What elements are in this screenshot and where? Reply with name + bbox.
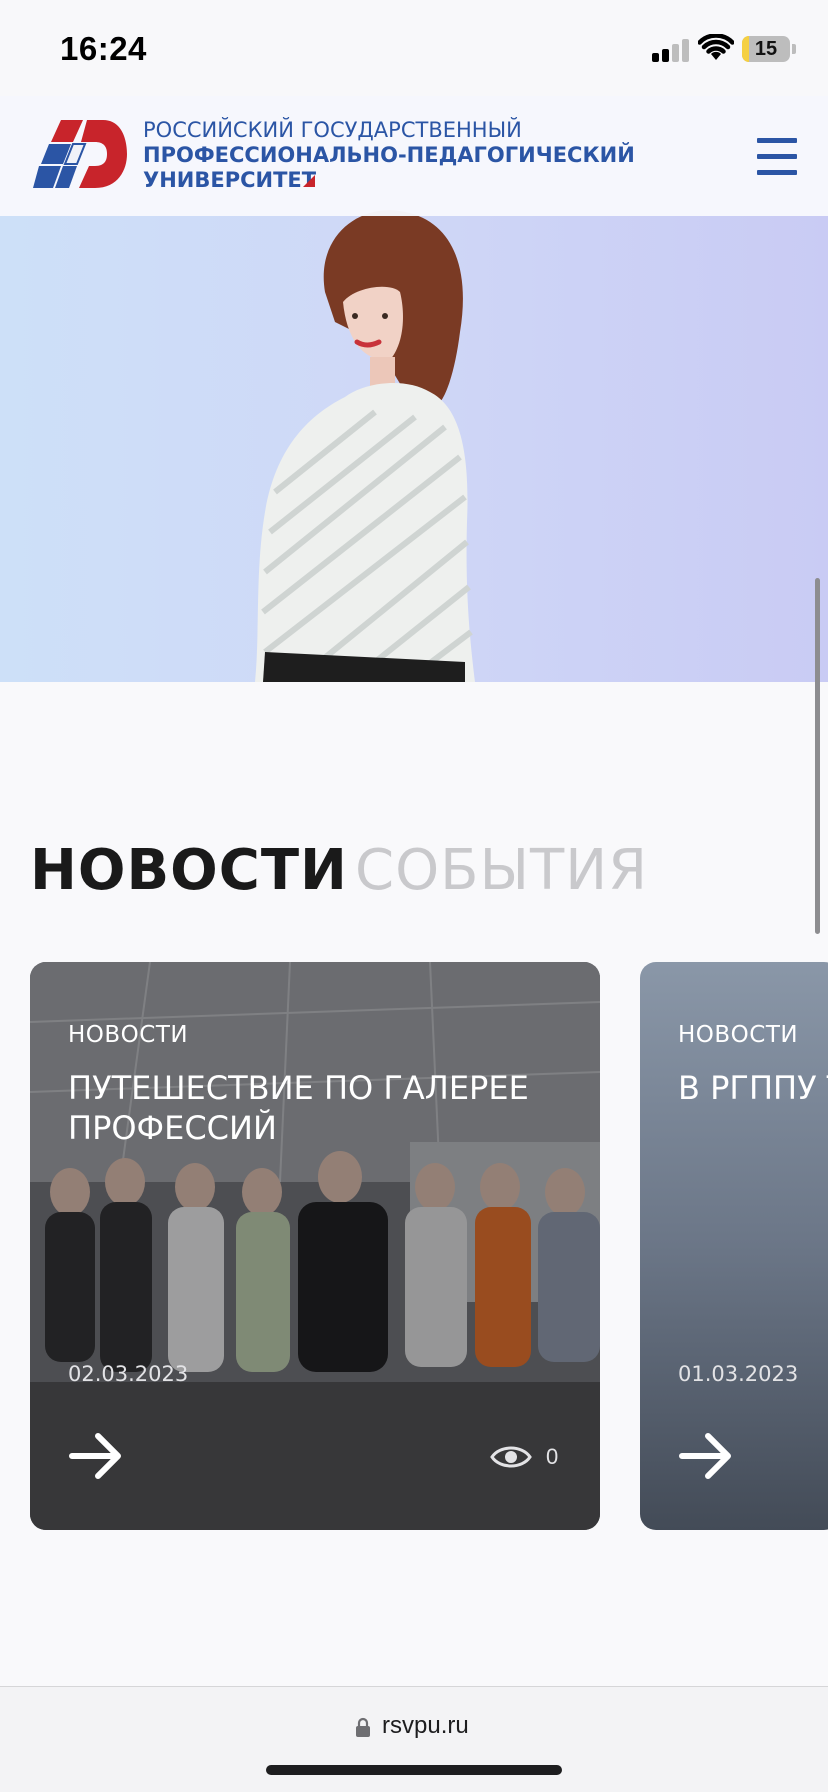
battery-tip bbox=[792, 44, 796, 54]
card-date: 01.03.2023 bbox=[678, 1362, 799, 1386]
browser-address-bar[interactable]: rsvpu.ru bbox=[0, 1686, 828, 1792]
tab-events[interactable]: СОБЫТИЯ bbox=[355, 838, 648, 903]
home-indicator bbox=[266, 1765, 562, 1775]
battery-level: 15 bbox=[754, 38, 778, 60]
eye-icon bbox=[490, 1446, 532, 1468]
site-header: РОССИЙСКИЙ ГОСУДАРСТВЕННЫЙ ПРОФЕССИОНАЛЬ… bbox=[0, 96, 828, 216]
wifi-icon bbox=[698, 34, 734, 60]
card-date: 02.03.2023 bbox=[68, 1362, 189, 1386]
views-count: 0 bbox=[546, 1444, 559, 1469]
tab-news[interactable]: НОВОСТИ bbox=[30, 838, 348, 903]
cellular-signal-icon bbox=[652, 38, 690, 62]
view-counter: 0 bbox=[490, 1442, 580, 1472]
card-title[interactable]: В РГППУ ТОРЖЕСТ ЦЕРЕМОН ГОСУДАР bbox=[678, 1068, 828, 1108]
battery-indicator: 15 bbox=[742, 36, 790, 62]
logo-line-2: ПРОФЕССИОНАЛЬНО-ПЕДАГОГИЧЕСКИЙ bbox=[143, 143, 635, 167]
logo-line-3: УНИВЕРСИТЕТ bbox=[143, 168, 317, 192]
logo-accent-triangle-icon bbox=[303, 175, 315, 187]
university-logo-icon[interactable] bbox=[33, 120, 127, 188]
news-card[interactable]: НОВОСТИ В РГППУ ТОРЖЕСТ ЦЕРЕМОН ГОСУДАР … bbox=[640, 962, 828, 1530]
scrollbar[interactable] bbox=[815, 578, 820, 934]
news-card[interactable]: НОВОСТИ ПУТЕШЕСТВИЕ ПО ГАЛЕРЕЕ ПРОФЕССИЙ… bbox=[30, 962, 600, 1530]
status-time: 16:24 bbox=[60, 30, 147, 67]
hero-student-photo bbox=[255, 210, 475, 682]
arrow-right-icon[interactable] bbox=[68, 1432, 124, 1480]
card-category: НОВОСТИ bbox=[678, 1022, 799, 1048]
hamburger-menu-icon[interactable] bbox=[752, 138, 798, 176]
status-bar: 16:24 15 bbox=[0, 0, 828, 96]
card-category: НОВОСТИ bbox=[68, 1022, 189, 1048]
lock-icon bbox=[356, 1717, 370, 1737]
arrow-right-icon[interactable] bbox=[678, 1432, 734, 1480]
card-title[interactable]: ПУТЕШЕСТВИЕ ПО ГАЛЕРЕЕ ПРОФЕССИЙ bbox=[68, 1068, 588, 1148]
url-text[interactable]: rsvpu.ru bbox=[382, 1712, 469, 1740]
logo-line-1: РОССИЙСКИЙ ГОСУДАРСТВЕННЫЙ bbox=[143, 118, 522, 142]
